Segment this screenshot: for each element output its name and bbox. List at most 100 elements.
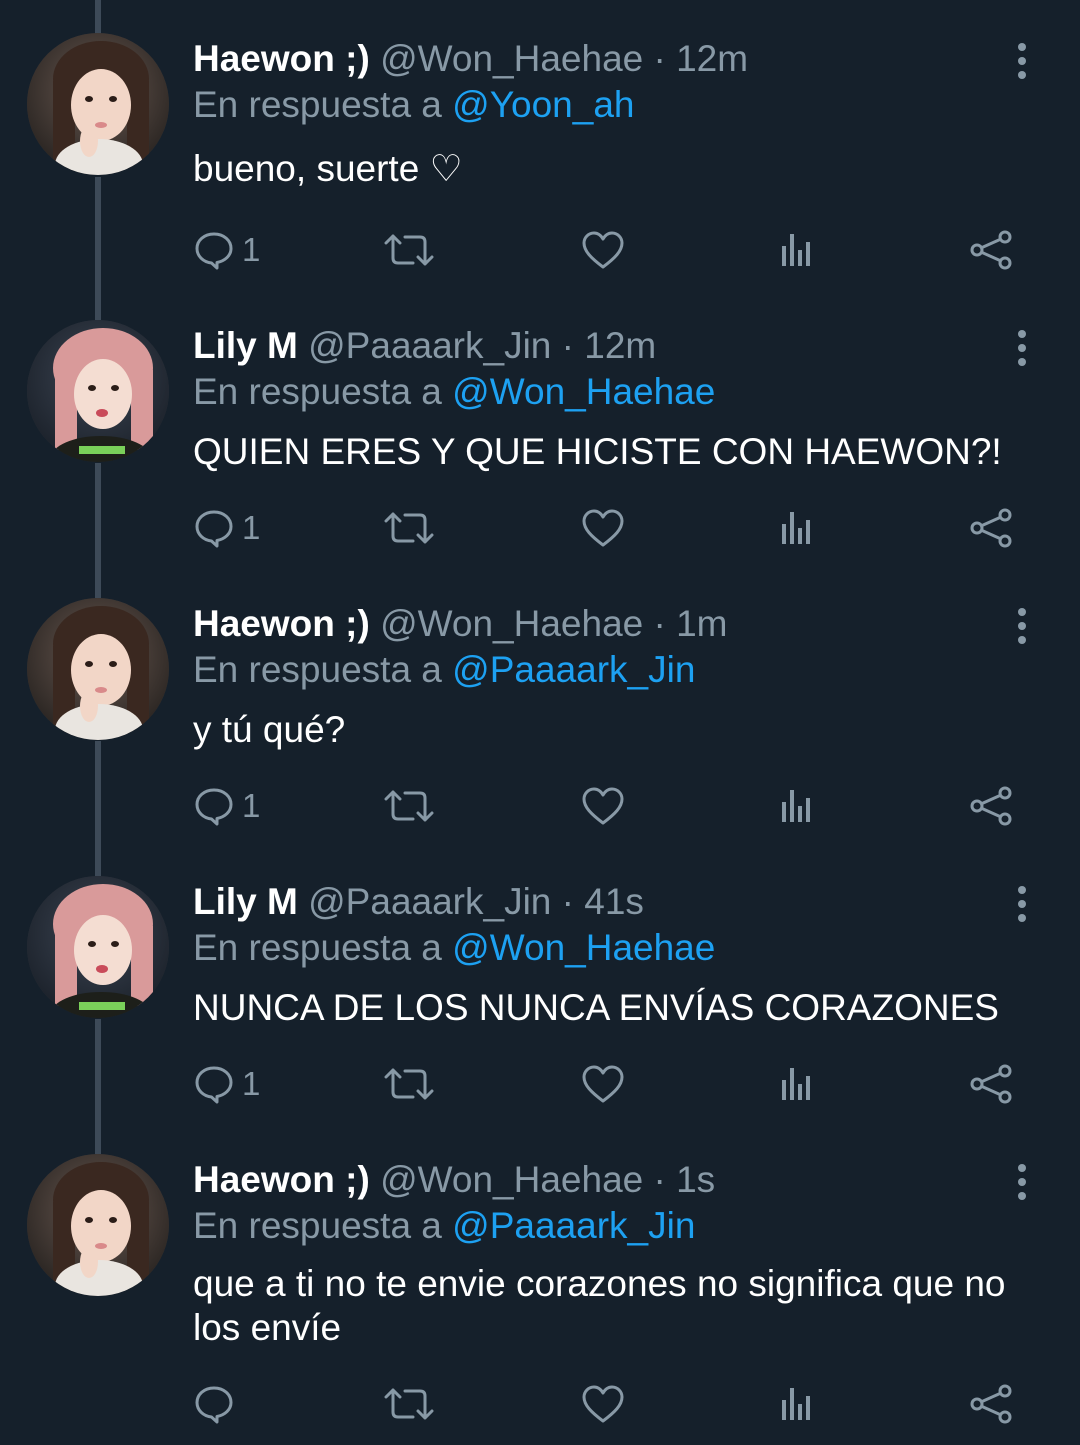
- analytics-button[interactable]: [777, 1059, 817, 1109]
- reply-icon: [194, 508, 234, 548]
- share-button[interactable]: [969, 781, 1013, 831]
- timestamp[interactable]: 1m: [676, 603, 727, 644]
- display-name[interactable]: Lily M: [193, 325, 298, 366]
- display-name[interactable]: Haewon ;): [193, 38, 370, 79]
- analytics-icon: [777, 786, 817, 826]
- reply-button[interactable]: 1: [194, 1059, 260, 1109]
- retweet-button[interactable]: [384, 781, 434, 831]
- retweet-icon: [384, 508, 434, 548]
- share-button[interactable]: [969, 1059, 1013, 1109]
- tweet-text: NUNCA DE LOS NUNCA ENVÍAS CORAZONES: [193, 987, 999, 1028]
- reply-count: 1: [242, 787, 261, 824]
- like-button[interactable]: [581, 503, 625, 553]
- like-button[interactable]: [581, 1059, 625, 1109]
- analytics-button[interactable]: [777, 781, 817, 831]
- retweet-button[interactable]: [384, 503, 434, 553]
- retweet-icon: [384, 230, 434, 270]
- share-button[interactable]: [969, 503, 1013, 553]
- retweet-button[interactable]: [384, 1059, 434, 1109]
- display-name[interactable]: Lily M: [193, 881, 298, 922]
- like-button[interactable]: [581, 781, 625, 831]
- reply-prefix: En respuesta a: [193, 371, 442, 412]
- share-icon: [969, 1384, 1013, 1424]
- retweet-icon: [384, 786, 434, 826]
- tweet-text: y tú qué?: [193, 709, 346, 750]
- analytics-button[interactable]: [777, 1379, 817, 1429]
- analytics-icon: [777, 508, 817, 548]
- share-icon: [969, 786, 1013, 826]
- reply-to-link[interactable]: @Paaaark_Jin: [452, 1205, 695, 1246]
- user-handle[interactable]: @Won_Haehae: [380, 38, 643, 79]
- retweet-button[interactable]: [384, 225, 434, 275]
- tweet-actions: 1: [190, 503, 1030, 553]
- thread-line: [95, 0, 101, 35]
- timestamp[interactable]: 12m: [676, 38, 748, 79]
- reply-context: En respuesta a @Paaaark_Jin: [193, 648, 695, 692]
- reply-button[interactable]: [194, 1379, 242, 1429]
- retweet-icon: [384, 1384, 434, 1424]
- tweet-actions: 1: [190, 1059, 1030, 1109]
- analytics-button[interactable]: [777, 225, 817, 275]
- more-icon[interactable]: [1006, 41, 1038, 81]
- user-handle[interactable]: @Won_Haehae: [380, 603, 643, 644]
- reply-count: 1: [242, 509, 261, 546]
- reply-button[interactable]: 1: [194, 503, 260, 553]
- display-name[interactable]: Haewon ;): [193, 1159, 370, 1200]
- avatar[interactable]: [27, 876, 169, 1018]
- retweet-button[interactable]: [384, 1379, 434, 1429]
- tweet-text: que a ti no te envie corazones no signif…: [193, 1263, 1006, 1348]
- reply-context: En respuesta a @Paaaark_Jin: [193, 1204, 695, 1248]
- share-button[interactable]: [969, 1379, 1013, 1429]
- timestamp[interactable]: 1s: [676, 1159, 715, 1200]
- reply-to-link[interactable]: @Won_Haehae: [452, 371, 715, 412]
- separator-dot: ·: [653, 38, 666, 79]
- share-button[interactable]: [969, 225, 1013, 275]
- more-icon[interactable]: [1006, 1162, 1038, 1202]
- reply-prefix: En respuesta a: [193, 927, 442, 968]
- analytics-button[interactable]: [777, 503, 817, 553]
- separator-dot: ·: [561, 325, 574, 366]
- retweet-icon: [384, 1064, 434, 1104]
- reply-button[interactable]: 1: [194, 225, 260, 275]
- analytics-icon: [777, 230, 817, 270]
- reply-count: 1: [242, 1065, 261, 1102]
- like-icon: [581, 1384, 625, 1424]
- avatar[interactable]: [27, 1154, 169, 1296]
- tweet[interactable]: Lily M @Paaaark_Jin · 41s En respuesta a…: [0, 876, 1080, 1126]
- timestamp[interactable]: 41s: [584, 881, 644, 922]
- tweet[interactable]: Lily M @Paaaark_Jin · 12m En respuesta a…: [0, 320, 1080, 570]
- more-icon[interactable]: [1006, 884, 1038, 924]
- tweet-header: Lily M @Paaaark_Jin · 12m: [193, 324, 656, 368]
- reply-to-link[interactable]: @Paaaark_Jin: [452, 649, 695, 690]
- avatar[interactable]: [27, 33, 169, 175]
- tweet[interactable]: Haewon ;) @Won_Haehae · 12m En respuesta…: [0, 33, 1080, 283]
- reply-to-link[interactable]: @Yoon_ah: [452, 84, 634, 125]
- more-icon[interactable]: [1006, 606, 1038, 646]
- user-handle[interactable]: @Paaaark_Jin: [308, 325, 551, 366]
- user-handle[interactable]: @Won_Haehae: [380, 1159, 643, 1200]
- tweet-actions: 1: [190, 781, 1030, 831]
- tweet[interactable]: Haewon ;) @Won_Haehae · 1s En respuesta …: [0, 1154, 1080, 1444]
- reply-to-link[interactable]: @Won_Haehae: [452, 927, 715, 968]
- reply-icon: [194, 1064, 234, 1104]
- avatar[interactable]: [27, 598, 169, 740]
- like-button[interactable]: [581, 1379, 625, 1429]
- user-handle[interactable]: @Paaaark_Jin: [308, 881, 551, 922]
- share-icon: [969, 230, 1013, 270]
- more-icon[interactable]: [1006, 328, 1038, 368]
- tweet-text: QUIEN ERES Y QUE HICISTE CON HAEWON?!: [193, 431, 1002, 472]
- tweet-thread: Haewon ;) @Won_Haehae · 12m En respuesta…: [0, 0, 1080, 1445]
- separator-dot: ·: [653, 1159, 666, 1200]
- reply-button[interactable]: 1: [194, 781, 260, 831]
- reply-count: 1: [242, 231, 261, 268]
- avatar[interactable]: [27, 320, 169, 462]
- display-name[interactable]: Haewon ;): [193, 603, 370, 644]
- like-button[interactable]: [581, 225, 625, 275]
- reply-context: En respuesta a @Won_Haehae: [193, 926, 715, 970]
- reply-prefix: En respuesta a: [193, 84, 442, 125]
- tweet-header: Lily M @Paaaark_Jin · 41s: [193, 880, 644, 924]
- reply-icon: [194, 1384, 234, 1424]
- tweet[interactable]: Haewon ;) @Won_Haehae · 1m En respuesta …: [0, 598, 1080, 848]
- timestamp[interactable]: 12m: [584, 325, 656, 366]
- tweet-actions: [190, 1379, 1030, 1429]
